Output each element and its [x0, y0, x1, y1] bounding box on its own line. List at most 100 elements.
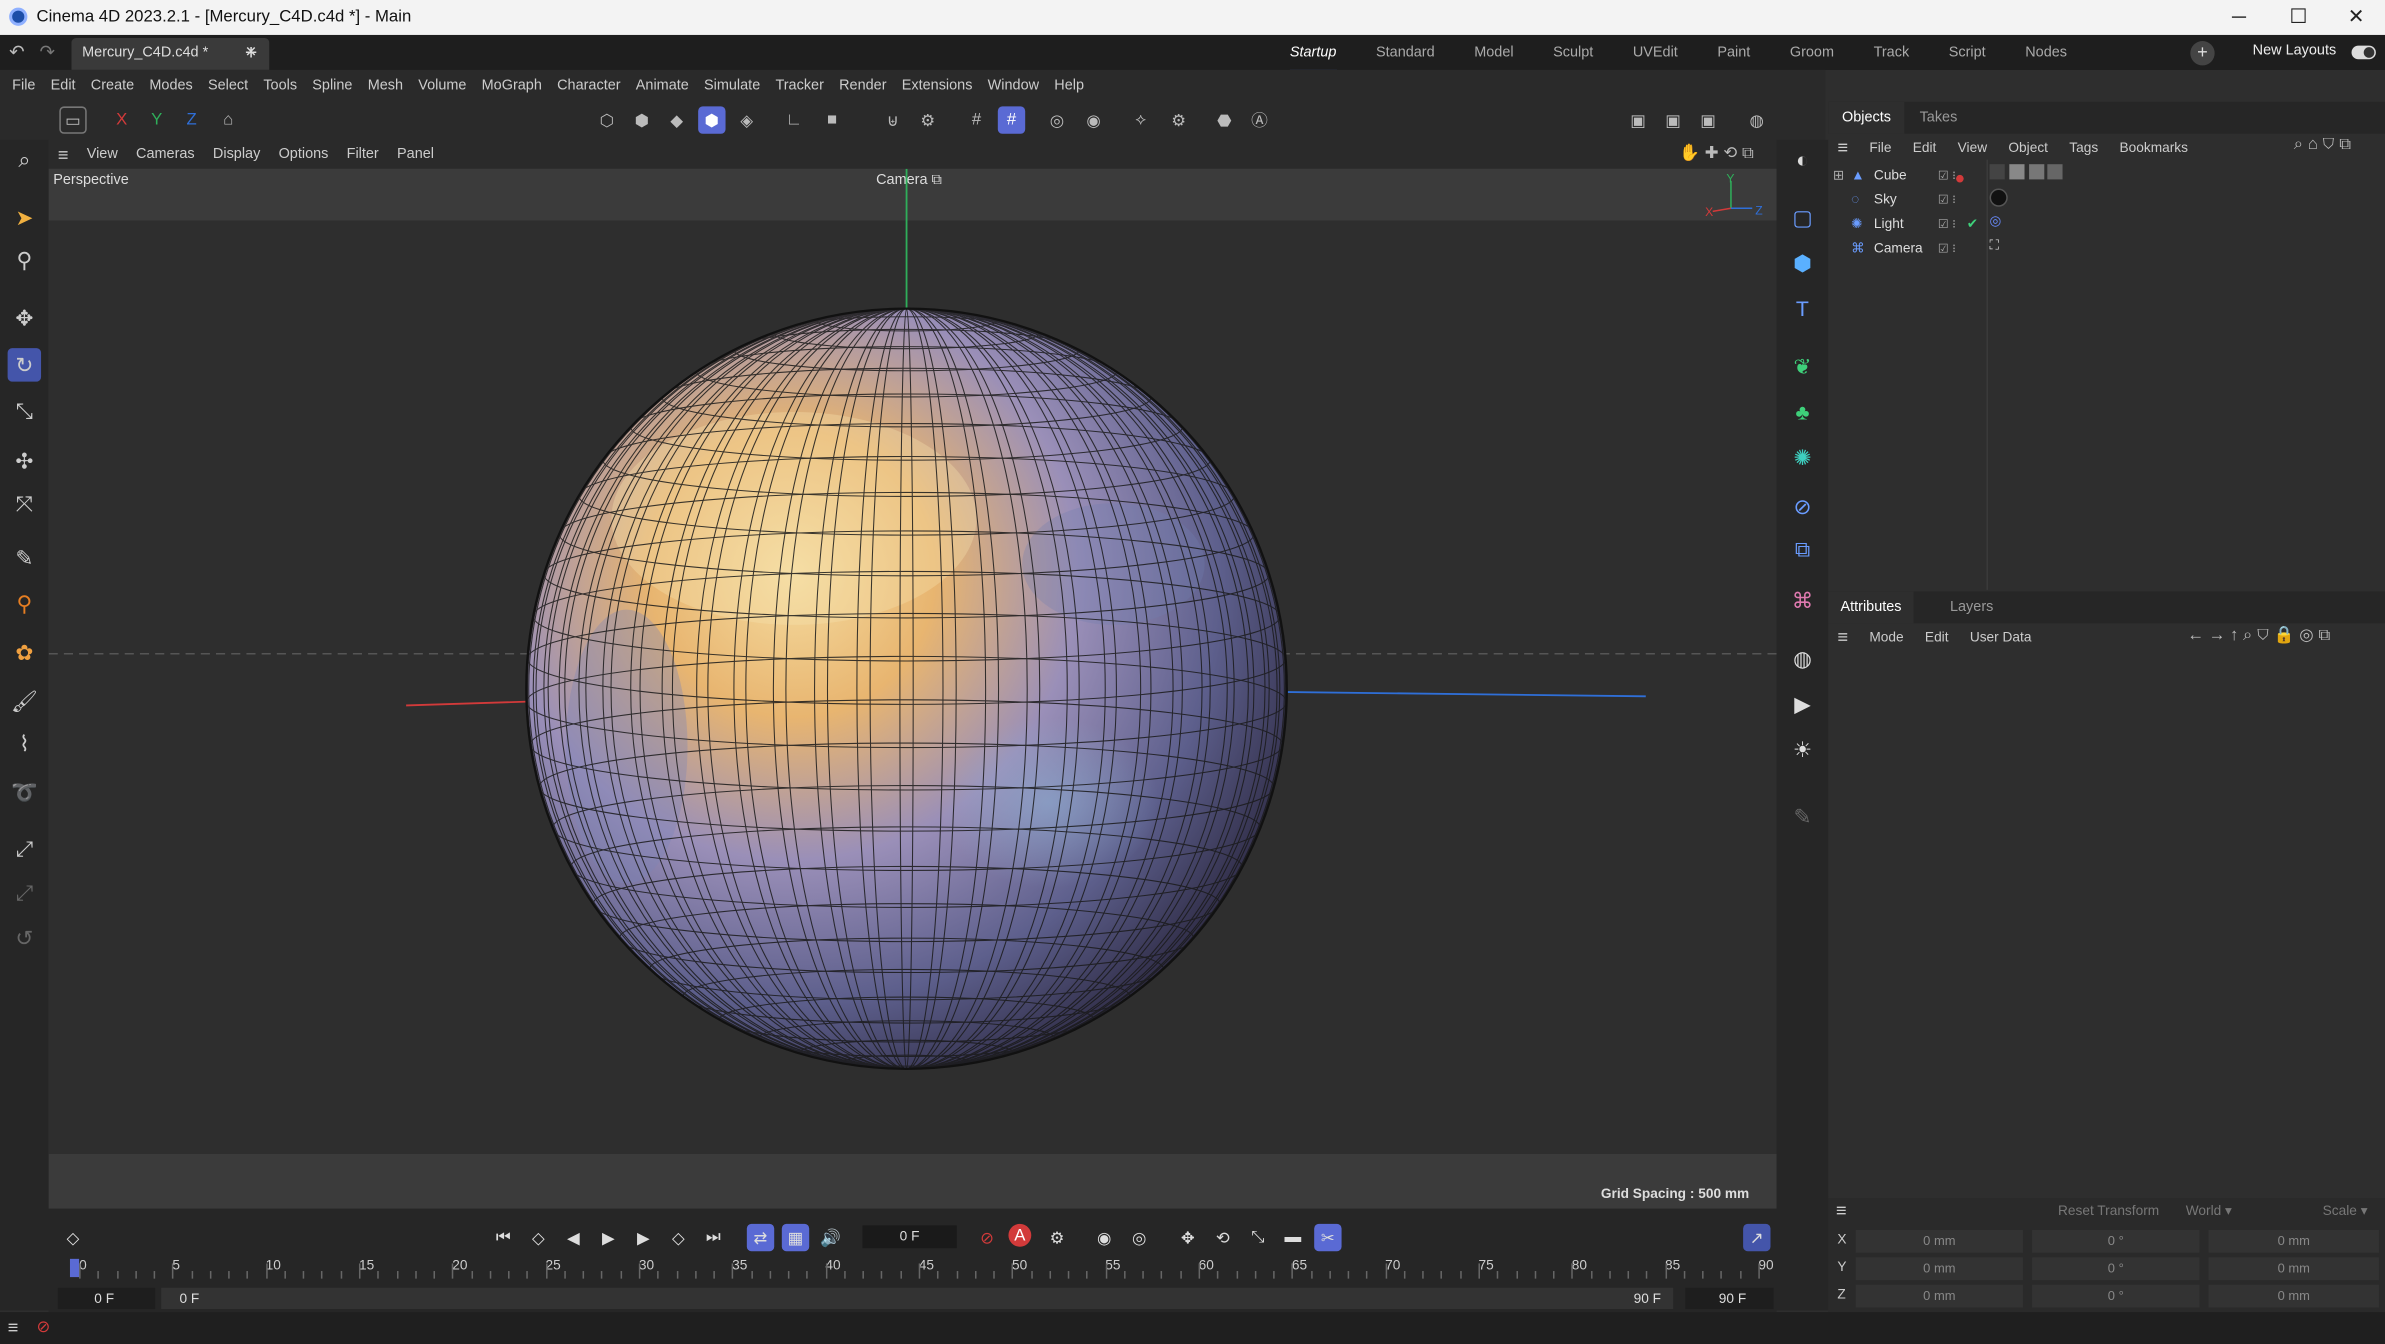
key-pos-icon[interactable]: ◎	[1126, 1224, 1153, 1251]
viewport-menu-display[interactable]: Display	[213, 146, 260, 163]
attributes-menu-mode[interactable]: Mode	[1869, 629, 1903, 644]
rotate-tool-icon[interactable]: ↻	[7, 348, 42, 382]
menu-tracker[interactable]: Tracker	[775, 78, 823, 95]
render-dot[interactable]	[1956, 174, 1964, 183]
objects-menu-bookmarks[interactable]: Bookmarks	[2119, 139, 2187, 154]
new-layouts-label[interactable]: New Layouts	[2253, 43, 2337, 60]
menu-create[interactable]: Create	[91, 78, 134, 95]
objects-menu-tags[interactable]: Tags	[2069, 139, 2098, 154]
viewport-nav-icons[interactable]: ✋ ✚ ⟲ ⧉	[1679, 143, 1754, 164]
solo-icon[interactable]: ■	[818, 106, 845, 133]
tags[interactable]	[1989, 164, 2063, 182]
model-transform-icon[interactable]: ⤧	[8, 487, 41, 520]
snap-icon[interactable]: ⊎	[879, 106, 906, 133]
text-tool-icon[interactable]: T	[1786, 292, 1819, 325]
motion-record-icon[interactable]: ◉	[1091, 1224, 1118, 1251]
menu-modes[interactable]: Modes	[149, 78, 192, 95]
menu-animate[interactable]: Animate	[636, 78, 689, 95]
light-create-icon[interactable]: ☀	[1786, 733, 1819, 766]
model-mode-icon[interactable]: ⬢	[698, 106, 726, 134]
object-row-sky[interactable]: ◌ Sky ☑ ⁝	[1828, 187, 2385, 211]
position-field[interactable]: 0 mm	[1855, 1284, 2023, 1308]
scale-field[interactable]: 0 mm	[2208, 1257, 2379, 1281]
camera-create-icon[interactable]: ⌘	[1786, 584, 1819, 617]
deformer-icon[interactable]: ✺	[1786, 441, 1819, 474]
null-icon[interactable]: ⧉	[1786, 532, 1819, 565]
modeling-settings-icon[interactable]: ◉	[1080, 106, 1107, 133]
go-to-start-icon[interactable]: ⏮	[490, 1224, 517, 1251]
menu-window[interactable]: Window	[988, 78, 1039, 95]
preview-range-icon[interactable]: ▦	[781, 1223, 810, 1252]
symmetry-settings-icon[interactable]: ⚙	[1165, 106, 1192, 133]
workplane-icon[interactable]: #	[963, 106, 990, 133]
tags[interactable]: ⛶	[1990, 237, 2000, 254]
object-row-cube[interactable]: ⊞ ▲ Cube ☑ ⁝	[1828, 163, 2385, 187]
selection-tool-icon[interactable]: ➤	[8, 201, 41, 234]
undo-icon[interactable]: ↶	[9, 41, 24, 62]
current-frame-field[interactable]: 0 F	[862, 1225, 957, 1249]
frame-ruler[interactable]: 0 5 10 15 20 25 30 35 40 45 50 55 60 65 70 75 80 85 90	[67, 1257, 1774, 1279]
attributes-menu-user-data[interactable]: User Data	[1970, 629, 2032, 644]
environment-icon[interactable]: ◍	[1786, 642, 1819, 675]
spline-pen-icon[interactable]: ✎	[8, 541, 41, 574]
menu-character[interactable]: Character	[557, 78, 620, 95]
grid-snap-icon[interactable]: #	[997, 106, 1026, 134]
x-axis-lock-button[interactable]: X	[108, 106, 135, 133]
render-view-icon[interactable]: ▣	[1624, 106, 1651, 133]
view-panel-icon[interactable]: ▭	[59, 106, 87, 134]
prev-key-icon[interactable]: ◇	[525, 1224, 552, 1251]
status-check-icon[interactable]: ⊘	[37, 1317, 51, 1336]
rotation-field[interactable]: 0 °	[2032, 1229, 2200, 1253]
start-frame-field[interactable]: 0 F	[57, 1287, 156, 1310]
position-field[interactable]: 0 mm	[1855, 1229, 2023, 1253]
snap-settings-icon[interactable]: ⚙	[914, 106, 941, 133]
points-mode-icon[interactable]: ⬡	[593, 106, 620, 133]
soft-selection-icon[interactable]: ◎	[1043, 106, 1070, 133]
live-selection-icon[interactable]: ⚲	[8, 243, 41, 276]
spline-tool-icon[interactable]: ⚲	[8, 587, 41, 620]
keyframe-icon[interactable]: ◇	[59, 1224, 86, 1251]
menu-file[interactable]: File	[12, 78, 35, 95]
add-tab-button[interactable]: +	[245, 40, 257, 64]
render-picture-viewer-icon[interactable]: ▣	[1659, 106, 1686, 133]
end-frame-field[interactable]: 90 F	[1685, 1287, 1774, 1310]
loop-icon[interactable]: ⇄	[746, 1223, 775, 1252]
loop-tool-icon[interactable]: ➰	[8, 775, 41, 808]
add-layout-icon[interactable]: +	[2190, 41, 2215, 66]
prev-frame-icon[interactable]: ◀	[560, 1224, 587, 1251]
space-select[interactable]: World ▾	[2186, 1203, 2232, 1220]
visibility-toggle[interactable]: ☑ ⁝	[1938, 217, 1956, 231]
objects-menu-file[interactable]: File	[1869, 139, 1891, 154]
layout-tab-script[interactable]: Script	[1949, 35, 1986, 70]
close-button[interactable]: ✕	[2326, 3, 2385, 30]
search-icon[interactable]: ⌕	[8, 143, 41, 176]
menu-spline[interactable]: Spline	[312, 78, 352, 95]
uv-mode-icon[interactable]: ◈	[733, 106, 760, 133]
object-row-camera[interactable]: ⌘ Camera ☑ ⁝ ⛶	[1828, 236, 2385, 260]
viewport-solo-icon[interactable]: ◍	[1743, 106, 1770, 133]
layout-tab-track[interactable]: Track	[1874, 35, 1910, 70]
tab-takes[interactable]: Takes	[1920, 109, 1958, 126]
generator-icon[interactable]: ❦	[1786, 350, 1819, 383]
mode-select[interactable]: Scale ▾	[2323, 1203, 2368, 1220]
interpolation-icon[interactable]: ✂	[1314, 1223, 1342, 1252]
playhead[interactable]	[69, 1258, 80, 1278]
menu-render[interactable]: Render	[839, 78, 886, 95]
layout-tab-startup[interactable]: Startup	[1289, 35, 1337, 73]
key-param-icon[interactable]: ⤡	[1244, 1224, 1271, 1251]
transform-tool-icon[interactable]: ✣	[8, 444, 41, 477]
menu-simulate[interactable]: Simulate	[704, 78, 760, 95]
timeline-window-icon[interactable]: ↗	[1743, 1223, 1771, 1252]
layout-toggle[interactable]	[2351, 45, 2376, 60]
play-icon[interactable]: ▶	[595, 1224, 622, 1251]
layout-tab-standard[interactable]: Standard	[1376, 35, 1435, 70]
layout-tab-sculpt[interactable]: Sculpt	[1553, 35, 1593, 70]
layout-tab-nodes[interactable]: Nodes	[2025, 35, 2067, 70]
polygons-mode-icon[interactable]: ◆	[663, 106, 690, 133]
maximize-button[interactable]: ☐	[2268, 3, 2329, 30]
move-tool-icon[interactable]: ✥	[8, 301, 41, 334]
paint-brush-icon[interactable]: 🖌	[8, 684, 41, 717]
position-field[interactable]: 0 mm	[1855, 1257, 2023, 1281]
field-icon[interactable]: ⊘	[1786, 490, 1819, 523]
next-key-icon[interactable]: ◇	[665, 1224, 692, 1251]
